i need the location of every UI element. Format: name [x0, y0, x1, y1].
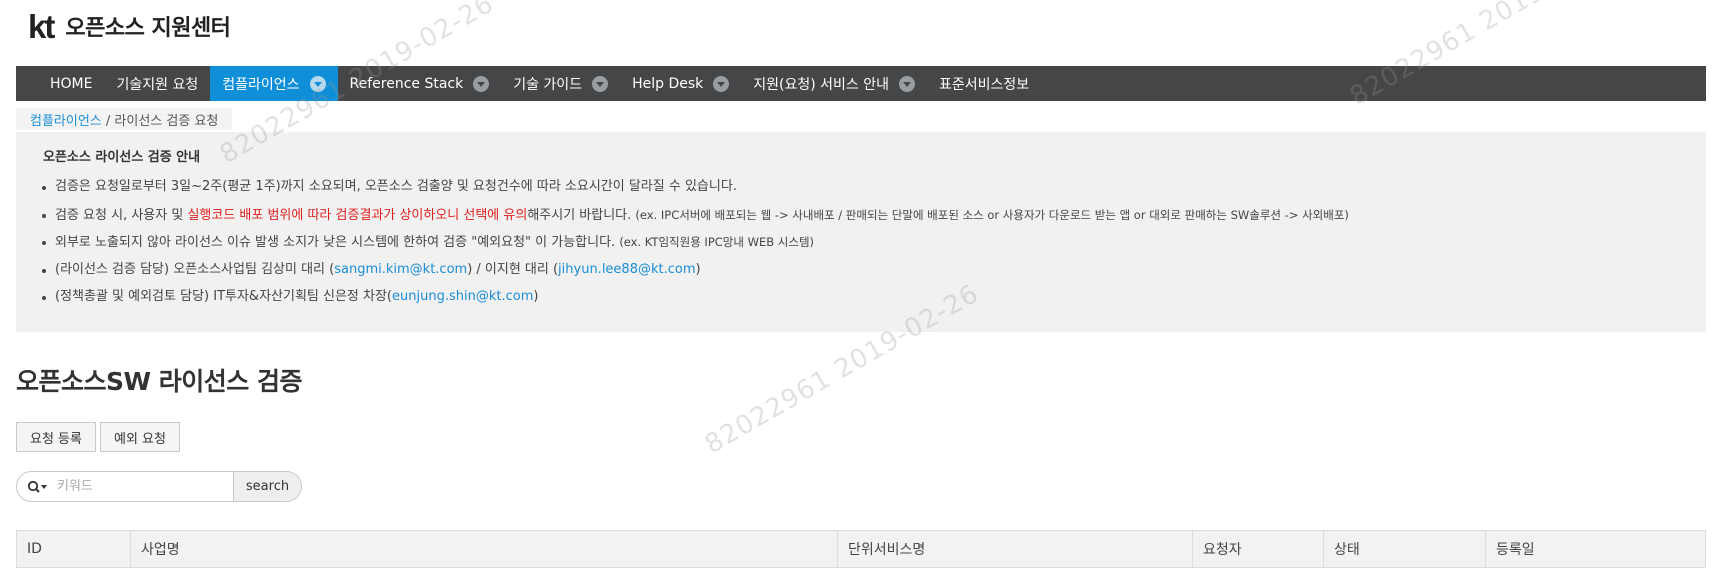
kt-logo[interactable]: kt	[28, 10, 55, 43]
nav-item-service-guide[interactable]: 지원(요청) 서비스 안내	[741, 66, 927, 101]
action-buttons: 요청 등록 예외 요청	[16, 422, 180, 452]
info-highlight: 실행코드 배포 범위에 따라 검증결과가 상이하오니 선택에 유의	[187, 207, 528, 223]
info-text: ) / 이지현 대리 (	[467, 261, 559, 277]
email-link[interactable]: sangmi.kim@kt.com	[334, 262, 467, 277]
column-header-date[interactable]: 등록일	[1486, 531, 1705, 567]
nav-label: Help Desk	[632, 75, 704, 92]
breadcrumb: 컴플라이언스 / 라이선스 검증 요청	[16, 108, 233, 130]
nav-item-help-desk[interactable]: Help Desk	[620, 66, 741, 101]
column-header-requester[interactable]: 요청자	[1193, 531, 1324, 567]
search-input[interactable]	[51, 472, 233, 501]
chevron-down-icon[interactable]	[309, 75, 326, 92]
search-icon[interactable]	[17, 480, 51, 494]
nav-label: 기술지원 요청	[116, 76, 199, 93]
page-title: 오픈소스SW 라이선스 검증	[16, 367, 303, 396]
info-list: 검증은 요청일로부터 3일~2주(평균 1주)까지 소요되며, 오픈소스 검출양…	[30, 177, 1692, 315]
info-text: (정책총괄 및 예외검토 담당) IT투자&자산기획팀 신은정 차장(	[55, 289, 393, 304]
nav-label: HOME	[50, 75, 93, 92]
info-item-duration: 검증은 요청일로부터 3일~2주(평균 1주)까지 소요되며, 오픈소스 검출양…	[39, 177, 1692, 205]
chevron-down-icon[interactable]	[899, 75, 915, 92]
chevron-down-icon[interactable]	[473, 75, 490, 92]
main-nav: HOME 기술지원 요청 컴플라이언스 Reference Stack 기술 가…	[16, 66, 1706, 101]
exception-request-button[interactable]: 예외 요청	[99, 422, 180, 452]
info-text: 검증은 요청일로부터 3일~2주(평균 1주)까지 소요되며, 오픈소스 검출양…	[55, 179, 737, 194]
nav-label: 표준서비스정보	[939, 76, 1030, 93]
info-text: 해주시기 바랍니다.	[527, 207, 632, 223]
license-info-box: 오픈소스 라이선스 검증 안내 검증은 요청일로부터 3일~2주(평균 1주)까…	[16, 132, 1706, 332]
info-item-contact-policy: (정책총괄 및 예외검토 담당) IT투자&자산기획팀 신은정 차장(eunju…	[39, 287, 1692, 315]
column-header-id[interactable]: ID	[17, 531, 131, 567]
column-header-service[interactable]: 단위서비스명	[838, 531, 1193, 567]
email-link[interactable]: jihyun.lee88@kt.com	[558, 262, 695, 277]
email-link[interactable]: eunjung.shin@kt.com	[392, 289, 533, 304]
info-item-exception: 외부로 노출되지 않아 라이선스 이슈 발생 소지가 낮은 시스템에 한하여 검…	[39, 232, 1692, 260]
info-item-scope: 검증 요청 시, 사용자 및 실행코드 배포 범위에 따라 검증결과가 상이하오…	[39, 205, 1692, 233]
info-text: )	[695, 261, 701, 277]
site-title[interactable]: 오픈소스 지원센터	[65, 10, 231, 42]
nav-item-compliance[interactable]: 컴플라이언스	[210, 66, 338, 101]
nav-item-standard-service[interactable]: 표준서비스정보	[927, 66, 1041, 101]
nav-item-reference-stack[interactable]: Reference Stack	[338, 66, 502, 101]
column-header-project[interactable]: 사업명	[131, 531, 838, 567]
nav-item-tech-guide[interactable]: 기술 가이드	[501, 66, 620, 101]
info-item-contact-license: (라이선스 검증 담당) 오픈소스사업팀 김상미 대리 (sangmi.kim@…	[39, 260, 1692, 288]
chevron-down-icon[interactable]	[713, 75, 730, 92]
info-note: (ex. IPC서버에 배포되는 웹 -> 사내배포 / 판매되는 단말에 배포…	[635, 207, 1349, 222]
search-button[interactable]: search	[233, 472, 301, 501]
breadcrumb-separator: /	[101, 114, 115, 129]
nav-label: 컴플라이언스	[222, 76, 300, 93]
nav-label: 지원(요청) 서비스 안내	[753, 76, 889, 93]
search-bar: search	[16, 471, 302, 502]
table-header: ID 사업명 단위서비스명 요청자 상태 등록일	[16, 530, 1706, 568]
info-text: (라이선스 검증 담당) 오픈소스사업팀 김상미 대리 (	[55, 261, 335, 277]
info-note: (ex. KT임직원용 IPC망내 WEB 시스템)	[619, 235, 815, 249]
column-header-status[interactable]: 상태	[1324, 531, 1486, 567]
nav-label: Reference Stack	[349, 75, 464, 92]
info-title: 오픈소스 라이선스 검증 안내	[43, 150, 201, 165]
breadcrumb-parent-link[interactable]: 컴플라이언스	[30, 114, 102, 129]
nav-item-home[interactable]: HOME	[16, 66, 104, 101]
register-request-button[interactable]: 요청 등록	[16, 422, 96, 452]
site-header: kt 오픈소스 지원센터	[28, 6, 231, 46]
nav-label: 기술 가이드	[513, 76, 583, 93]
info-text: 외부로 노출되지 않아 라이선스 이슈 발생 소지가 낮은 시스템에 한하여 검…	[55, 235, 616, 250]
info-text: )	[533, 289, 539, 304]
nav-item-tech-support[interactable]: 기술지원 요청	[104, 66, 210, 101]
breadcrumb-current: 라이선스 검증 요청	[114, 114, 219, 129]
info-text: 검증 요청 시, 사용자 및	[55, 207, 188, 223]
chevron-down-icon[interactable]	[592, 75, 609, 92]
